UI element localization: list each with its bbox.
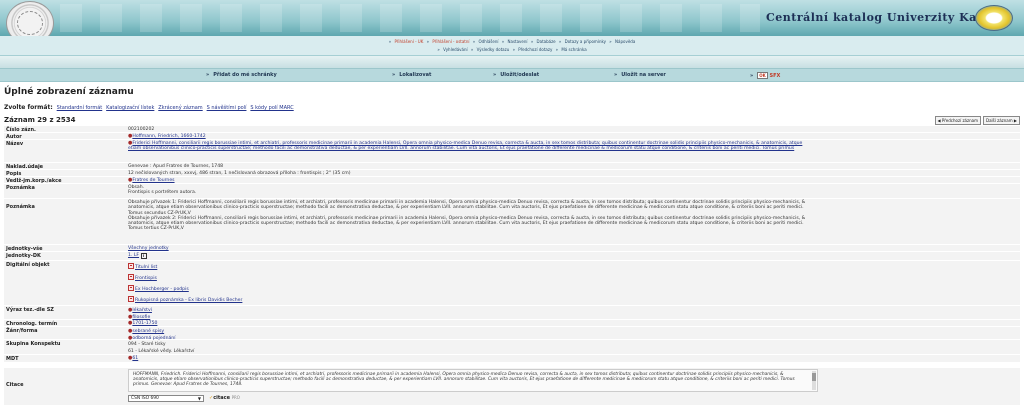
field-row-conspectus: Skupina Konspektu 094 - Staré tisky 61 - … — [4, 340, 1020, 355]
menu-settings[interactable]: Nastavení — [508, 39, 528, 44]
arrow-icon: » — [614, 72, 618, 78]
field-row-genre: Žánr/forma ●sebrané spisy ●odborná pojedn… — [4, 327, 1020, 341]
menu-logout[interactable]: Odhlášení — [479, 39, 499, 44]
next-record-button[interactable]: Další záznam ▶ — [983, 116, 1020, 125]
format-labels-link[interactable]: S návěštími polí — [207, 105, 247, 111]
field-row-author: Autor ●Hoffmann, Friedrich, 1660-1742 — [4, 133, 1020, 140]
header-banner: Centrální katalog Univerzity Karlovy — [0, 0, 1024, 45]
menu-row-secondary: » Vyhledávání » Výsledky dotazu » Předch… — [437, 47, 587, 52]
menu-search[interactable]: Vyhledávání — [443, 47, 468, 52]
menu-help[interactable]: Nápověda — [615, 39, 635, 44]
digital-link-signature[interactable]: Ex Hochberger - podpis — [135, 287, 189, 292]
menu-feedback[interactable]: Dotazy a připomínky — [565, 39, 606, 44]
field-row-mdt: MDT ●61 — [4, 355, 1020, 363]
field-row-units-all: Jednotky-vše Všechny jednotky — [4, 245, 1020, 252]
arrow-icon: » — [493, 72, 497, 78]
header-decoration — [60, 4, 760, 32]
field-row-chronology: Chronolog. termín ●1701-1750 — [4, 320, 1020, 327]
format-label: Zvolte formát: — [4, 104, 53, 111]
document-icon — [128, 274, 134, 280]
field-row-citation: Citace HOFFMANN, Friedrich. Friderici Ho… — [4, 368, 1020, 406]
menu-previous-queries[interactable]: Předchozí dotazy — [518, 47, 552, 52]
corporate-link[interactable]: Fratres de Tournes — [132, 178, 174, 183]
record-navigation: ◀ Předchozí záznam Další záznam ▶ — [934, 116, 1020, 125]
digital-link-ex-libris[interactable]: Rukopisná poznámka - Ex libris Davidis B… — [135, 298, 242, 303]
record-counter: Záznam 29 z 2534 — [4, 116, 76, 124]
title-link[interactable]: Friderici Hoffmanni, consiliarii regis b… — [128, 141, 802, 151]
menu-my-basket[interactable]: Má schránka — [561, 47, 586, 52]
field-row-number: Číslo zázn. 002100202 — [4, 126, 1020, 133]
digital-link-frontispiece[interactable]: Frontispis — [135, 276, 157, 281]
previous-record-button[interactable]: ◀ Předchozí záznam — [934, 116, 981, 125]
field-row-units-dk: Jednotky-DK 1. LF i — [4, 252, 1020, 261]
menu-results[interactable]: Výsledky dotazu — [477, 47, 510, 52]
menu-login-other[interactable]: Přihlášení - ostatní — [432, 39, 469, 44]
author-link[interactable]: Hoffmann, Friedrich, 1660-1742 — [132, 134, 205, 139]
field-row-subject: Výraz tez.-dle SZ ●lékařství ●filosofie — [4, 306, 1020, 320]
genre-link-collected[interactable]: sebrané spisy — [132, 329, 164, 334]
field-row-note-2: Poznámka Obsahuje přívazek 1: Friderici … — [4, 199, 1020, 245]
sfx-button[interactable]: » OK SFX — [750, 72, 780, 79]
field-row-title: Název ●Friderici Hoffmanni, consiliarii … — [4, 140, 1020, 163]
document-icon — [128, 296, 134, 302]
digital-link-title-page[interactable]: Titulní list — [135, 265, 157, 270]
mdt-link[interactable]: 61 — [132, 356, 138, 361]
sfx-ok-icon: OK — [757, 72, 768, 79]
arrow-icon: » — [750, 73, 754, 79]
menu-login-uk[interactable]: Přihlášení - UK — [394, 39, 423, 44]
chronology-link[interactable]: 1701-1750 — [132, 321, 157, 326]
field-row-digital-object: Digitální objekt Titulní list Frontispis… — [4, 261, 1020, 306]
format-short-link[interactable]: Zkrácený záznam — [158, 105, 202, 111]
document-icon — [128, 285, 134, 291]
add-to-basket-button[interactable]: » Přidat do mé schránky — [206, 72, 277, 78]
all-units-link[interactable]: Všechny jednotky — [128, 246, 169, 251]
citation-style-select[interactable]: ČSN ISO 690 ▼ — [128, 395, 204, 402]
info-icon[interactable]: i — [140, 253, 147, 259]
header-band — [0, 56, 1024, 68]
chevron-down-icon: ▼ — [197, 396, 201, 401]
citation-scrollbar[interactable] — [812, 371, 816, 390]
citace-pro-link[interactable]: ✓citace PRO — [209, 395, 240, 401]
units-dk-link[interactable]: 1. LF — [128, 253, 139, 258]
ck-logo-icon[interactable] — [975, 5, 1013, 31]
menu-databases[interactable]: Databáze — [537, 39, 556, 44]
document-icon — [128, 263, 134, 269]
action-bar: » Přidat do mé schránky » Lokalizovat » Ulo… — [0, 68, 1024, 82]
locate-button[interactable]: » Lokalizovat — [392, 72, 431, 78]
field-row-publisher: Naklad.údaje Genevae : Apud Fratres de T… — [4, 163, 1020, 170]
arrow-icon: » — [206, 72, 210, 78]
menu-row-primary: » Přihlášení - UK » Přihlášení - ostatní… — [388, 39, 636, 44]
arrow-icon: » — [392, 72, 396, 78]
site-title: Centrální katalog Univerzity Karlovy — [766, 11, 1010, 24]
field-row-description: Popis 12 nečíslovaných stran, xxxvj, 486… — [4, 170, 1020, 177]
format-standard-link[interactable]: Standardní formát — [57, 105, 103, 111]
save-send-button[interactable]: » Uložit/odeslat — [493, 72, 539, 78]
save-to-server-button[interactable]: » Uložit na server — [614, 72, 666, 78]
seal-inner-ring — [17, 11, 43, 35]
citation-textbox[interactable]: HOFFMANN, Friedrich. Friderici Hoffmanni… — [128, 369, 818, 392]
top-menu: » Přihlášení - UK » Přihlášení - ostatní… — [0, 36, 1024, 56]
format-selector: Zvolte formát: Standardní formát Katalog… — [4, 104, 294, 111]
field-row-note-1: Poznámka Obsah. Frontispis s portrétem au… — [4, 184, 1020, 199]
subject-link-medicine[interactable]: lékařství — [132, 308, 152, 313]
field-row-corporate: Vedlž-jm.korp./akce ●Fratres de Tournes — [4, 177, 1020, 184]
page-title: Úplné zobrazení záznamu — [4, 87, 134, 97]
format-card-link[interactable]: Katalogizační lístek — [106, 105, 154, 111]
format-marc-link[interactable]: S kódy polí MARC — [250, 105, 293, 111]
citation-text: HOFFMANN, Friedrich. Friderici Hoffmanni… — [133, 372, 795, 387]
